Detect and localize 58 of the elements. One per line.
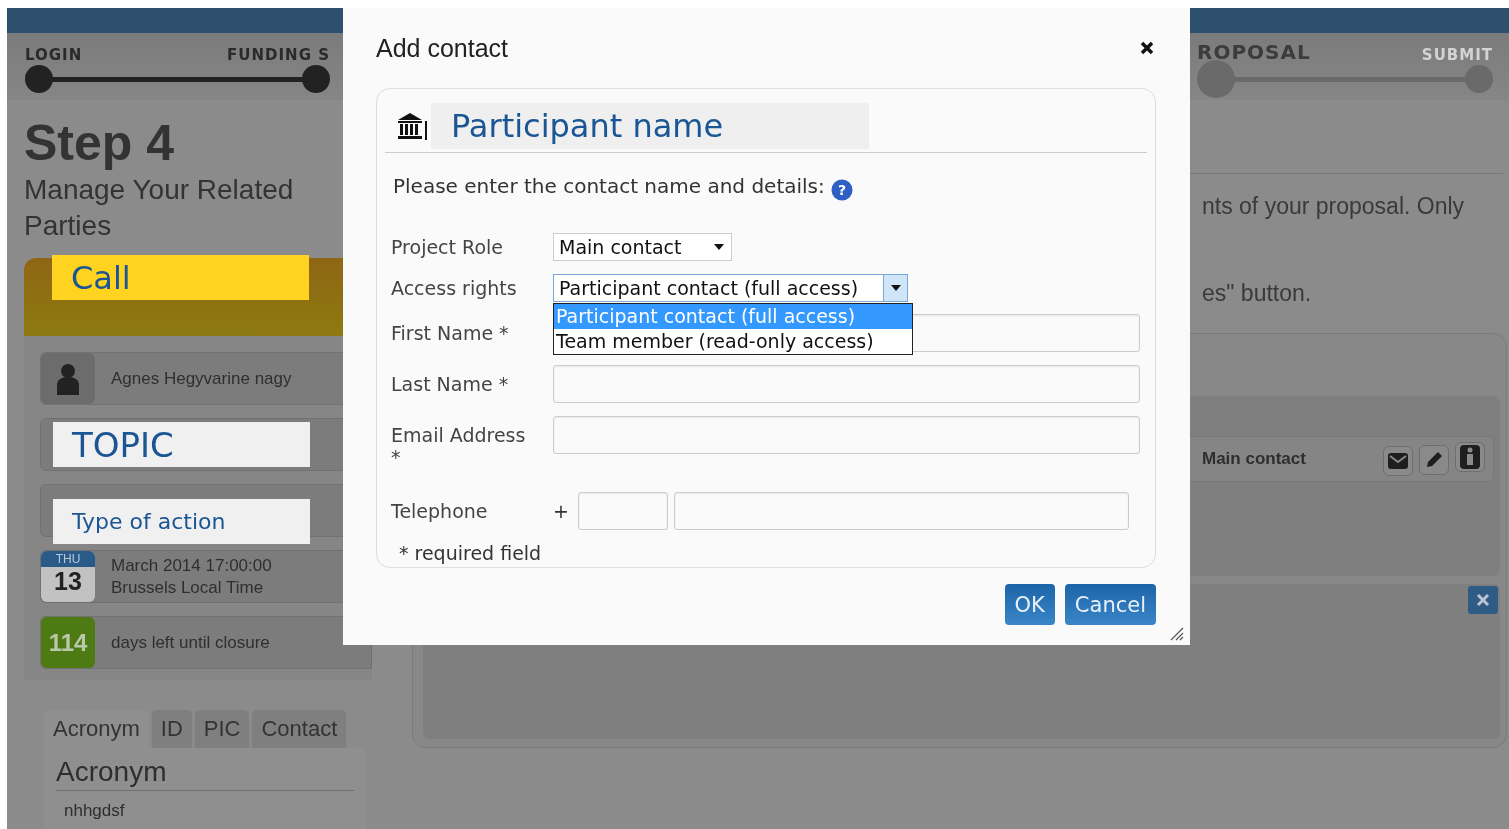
instruction-text: Please enter the contact name and details: [393, 174, 825, 198]
tab[interactable]: PIC [194, 710, 250, 748]
call-label: Call [52, 255, 309, 300]
contact-role: Main contact [1202, 449, 1306, 469]
tab[interactable]: Contact [252, 710, 347, 748]
action-type-label: Type of action [53, 499, 310, 545]
dropdown-option[interactable]: Participant contact (full access) [554, 304, 912, 329]
phone-prefix: + [553, 500, 569, 522]
calendar-day: 13 [41, 567, 95, 597]
step-subheading: Manage Your Related Parties [24, 173, 295, 243]
tab[interactable]: Acronym [44, 710, 149, 748]
caret-icon [890, 285, 901, 291]
field-label: Email Address * [391, 424, 527, 468]
edit-button[interactable] [1419, 445, 1449, 475]
calendar-weekday: THU [41, 551, 95, 568]
field-label: Project Role [391, 236, 504, 258]
mail-button[interactable] [1383, 446, 1413, 476]
ok-button[interactable]: OK [1004, 584, 1055, 625]
intro-text: es" button. [1202, 279, 1312, 307]
contact-name: Agnes Hegyvarine nagy [111, 367, 292, 390]
pencil-icon [1425, 451, 1443, 469]
days-count: 114 [41, 617, 95, 669]
field-label: Last Name * [391, 373, 510, 395]
envelope-icon [1388, 453, 1408, 469]
step-label: SUBMIT [1421, 47, 1493, 64]
field-label: Telephone [391, 500, 489, 522]
step-label: LOGIN [25, 47, 83, 64]
close-button[interactable] [1138, 39, 1156, 57]
deadline-text: March 2014 17:00:00 Brussels Local Time [111, 554, 272, 599]
participant-name: Participant name [431, 103, 869, 149]
phone-number-input[interactable] [673, 492, 1129, 530]
step-label: ROPOSAL [1197, 41, 1311, 64]
info-button[interactable] [1455, 442, 1485, 472]
caret-icon [714, 244, 724, 250]
step-heading: Step 4 [24, 118, 176, 168]
resize-grip-icon[interactable] [1168, 625, 1184, 641]
tab[interactable]: ID [151, 710, 192, 748]
step-label: FUNDING S [227, 47, 330, 64]
dialog-title: Add contact [376, 33, 509, 63]
access-rights-select[interactable]: Participant contact (full access) [553, 274, 908, 302]
days-left-text: days left until closure [111, 631, 270, 654]
field-label: First Name * [391, 322, 510, 344]
project-role-select[interactable]: Main contact [553, 233, 732, 261]
field-label: Access rights [391, 277, 518, 299]
close-icon [1475, 592, 1491, 608]
cancel-button[interactable]: Cancel [1064, 584, 1156, 625]
topic-label: TOPIC [53, 422, 310, 468]
required-note: * required field [399, 542, 543, 564]
text-input[interactable] [553, 416, 1140, 454]
country-code-input[interactable] [577, 492, 668, 530]
close-icon [1140, 41, 1154, 55]
panel-value: nhhgdsf [64, 801, 126, 821]
help-icon[interactable]: ? [830, 179, 853, 201]
text-input[interactable] [553, 365, 1140, 403]
info-icon [1460, 445, 1480, 469]
institution-icon [397, 111, 427, 141]
intro-text: nts of your proposal. Only [1202, 192, 1465, 220]
panel-title: Acronym [56, 756, 354, 791]
